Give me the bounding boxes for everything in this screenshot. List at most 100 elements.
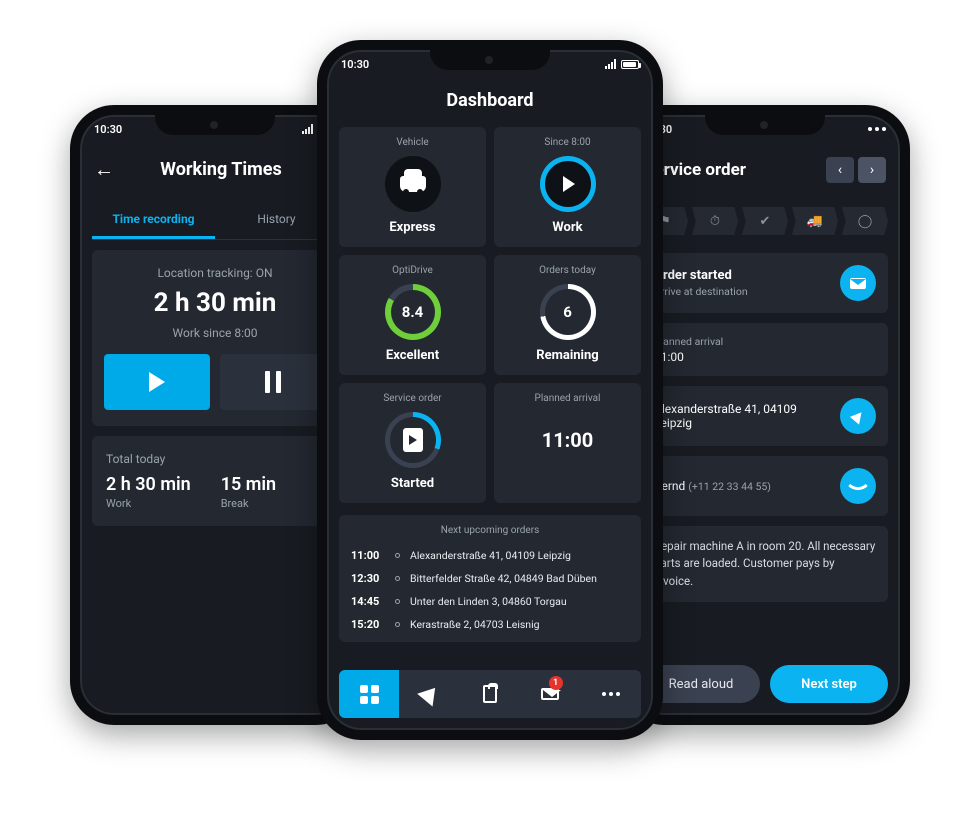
card-foot [566, 476, 569, 491]
phone-service-order: 10:30 Service order ‹ › ⚑ ⏱ ✔ 🚚 ◯ [620, 105, 910, 725]
work-ring [540, 156, 596, 212]
total-break-label: Break [221, 497, 276, 510]
car-icon [400, 176, 426, 192]
upcoming-row[interactable]: 14:45Unter den Linden 3, 04860 Torgau [349, 590, 631, 613]
nav-orders[interactable] [460, 670, 520, 718]
order-pager: ‹ › [826, 157, 886, 183]
device-notch [705, 115, 825, 135]
grid-icon [360, 685, 379, 704]
card-head: Vehicle [396, 137, 428, 148]
navigate-icon [417, 681, 443, 706]
status-subtitle: Arrive at destination [654, 285, 830, 298]
time-card: Location tracking: ON 2 h 30 min Work si… [92, 250, 338, 426]
upcoming-address: Bitterfelder Straße 42, 04849 Bad Düben [410, 572, 629, 585]
address-block: Alexanderstraße 41, 04109 Leipzig [642, 386, 888, 446]
upcoming-orders: Next upcoming orders 11:00 Alexanderstraß… [339, 515, 641, 642]
step-check-icon: ✔ [742, 207, 788, 235]
more-status-icon [868, 127, 886, 131]
location-tracking-label: Location tracking: ON [104, 266, 326, 280]
navigate-button[interactable] [840, 398, 876, 434]
navigate-icon [850, 408, 866, 424]
next-step-button[interactable]: Next step [770, 665, 888, 703]
total-work-value: 2 h 30 min [106, 474, 191, 495]
page-title: Working Times [106, 159, 336, 180]
phone-icon [848, 476, 868, 496]
nav-dashboard[interactable] [339, 670, 399, 718]
play-icon [563, 176, 575, 192]
card-foot: Started [391, 476, 434, 491]
status-block: Order started Arrive at destination [642, 253, 888, 313]
step-done-icon: ◯ [842, 207, 888, 235]
mail-icon [850, 278, 866, 289]
order-description: Repair machine A in room 20. All necessa… [642, 526, 888, 602]
page-title: Dashboard [339, 78, 641, 117]
arrival-value: 11:00 [654, 350, 876, 364]
totals-title: Total today [106, 452, 324, 466]
signal-icon [605, 59, 616, 69]
progress-steps: ⚑ ⏱ ✔ 🚚 ◯ [642, 207, 888, 235]
orders-value: 6 [545, 289, 591, 335]
pause-icon [265, 371, 281, 393]
orders-ring: 6 [540, 284, 596, 340]
card-foot: Express [389, 220, 435, 235]
contact-phone: (+11 22 33 44 55) [688, 480, 771, 493]
address-value: Alexanderstraße 41, 04109 Leipzig [654, 402, 830, 430]
total-work: 2 h 30 min Work [106, 474, 191, 510]
card-vehicle[interactable]: Vehicle Express [339, 127, 486, 247]
step-truck-icon: 🚚 [792, 207, 838, 235]
status-time: 10:30 [341, 58, 369, 71]
upcoming-address: Alexanderstraße 41, 04109 Leipzig [410, 549, 629, 562]
bottom-nav: 1 [339, 670, 641, 718]
arrival-label: Planned arrival [654, 335, 876, 348]
card-service-order[interactable]: Service order Started [339, 383, 486, 503]
call-button[interactable] [840, 468, 876, 504]
timeline-dot-icon [395, 553, 400, 558]
upcoming-time: 12:30 [351, 572, 385, 585]
prev-order-button[interactable]: ‹ [826, 157, 854, 183]
optidrive-gauge: 8.4 [385, 284, 441, 340]
messages-badge: 1 [549, 676, 563, 690]
card-arrival[interactable]: Planned arrival 11:00 [494, 383, 641, 503]
pause-button[interactable] [220, 354, 326, 410]
card-optidrive[interactable]: OptiDrive 8.4 Excellent [339, 255, 486, 375]
step-timer-icon: ⏱ [692, 207, 738, 235]
document-icon [403, 428, 423, 452]
card-work[interactable]: Since 8:00 Work [494, 127, 641, 247]
timeline-dot-icon [395, 576, 400, 581]
card-foot: Remaining [536, 348, 598, 363]
elapsed-time: 2 h 30 min [104, 288, 326, 318]
vehicle-icon-circle [385, 156, 441, 212]
card-orders[interactable]: Orders today 6 Remaining [494, 255, 641, 375]
upcoming-row[interactable]: 15:20Kerastraße 2, 04703 Leisnig [349, 613, 631, 636]
upcoming-title: Next upcoming orders [349, 525, 631, 536]
total-break: 15 min Break [221, 474, 276, 510]
card-foot: Excellent [386, 348, 439, 363]
battery-icon [621, 60, 639, 69]
nav-messages[interactable]: 1 [520, 670, 580, 718]
next-order-button[interactable]: › [858, 157, 886, 183]
upcoming-row[interactable]: 12:30 Bitterfelder Straße 42, 04849 Bad D… [349, 567, 631, 590]
play-icon [149, 372, 165, 392]
card-head: Orders today [539, 265, 596, 276]
arrival-value: 11:00 [542, 428, 594, 452]
upcoming-row[interactable]: 11:00 Alexanderstraße 41, 04109 Leipzig [349, 544, 631, 567]
device-notch [430, 50, 550, 70]
card-foot: Work [552, 220, 582, 235]
nav-more[interactable] [581, 670, 641, 718]
tab-time-recording[interactable]: Time recording [92, 202, 215, 239]
work-since-label: Work since 8:00 [104, 326, 326, 340]
message-button[interactable] [840, 265, 876, 301]
status-time: 10:30 [94, 123, 122, 136]
totals-card: Total today 2 h 30 min Work 15 min Break [92, 436, 338, 526]
card-head: Since 8:00 [544, 137, 590, 148]
status-title: Order started [654, 268, 830, 283]
signal-icon [302, 124, 313, 134]
service-ring [385, 412, 441, 468]
upcoming-time: 15:20 [351, 618, 385, 631]
play-button[interactable] [104, 354, 210, 410]
timeline-dot-icon [395, 599, 400, 604]
nav-navigate[interactable] [399, 670, 459, 718]
card-head: Service order [383, 393, 441, 404]
upcoming-time: 11:00 [351, 549, 385, 562]
arrival-block: Planned arrival 11:00 [642, 323, 888, 376]
